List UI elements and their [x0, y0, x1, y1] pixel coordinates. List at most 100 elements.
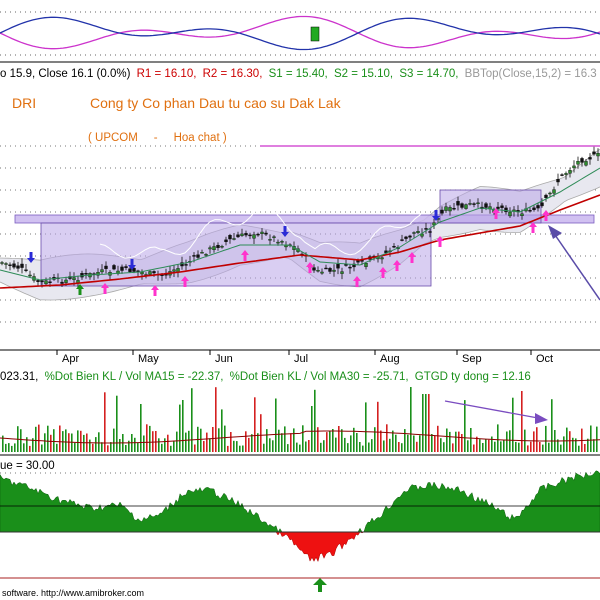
candle-body: [548, 192, 552, 195]
candle-body: [348, 266, 352, 269]
candle-body: [224, 239, 228, 243]
volume-bar: [140, 404, 142, 452]
volume-bar: [311, 406, 313, 452]
volume-bar: [290, 433, 292, 452]
candle-body: [264, 232, 268, 235]
candle-body: [4, 263, 8, 265]
candle-body: [424, 228, 428, 230]
candle-body: [192, 255, 196, 257]
volume-bar: [164, 438, 166, 452]
volume-bar: [386, 424, 388, 452]
month-label: Aug: [380, 353, 400, 365]
volume-bar: [560, 444, 562, 452]
volume-bar: [125, 445, 127, 452]
candle-body: [120, 266, 124, 271]
volume-bar: [551, 399, 553, 452]
candle-body: [20, 263, 24, 268]
candle-body: [84, 273, 88, 275]
candle-body: [340, 271, 344, 274]
volume-bar: [434, 436, 436, 452]
volume-bar: [596, 426, 598, 452]
volume-bar: [545, 425, 547, 452]
volume-bar: [173, 440, 175, 452]
candle-body: [228, 234, 232, 240]
candle-body: [220, 245, 224, 248]
volume-bar: [374, 427, 376, 452]
candle-body: [236, 234, 240, 238]
candle-body: [36, 280, 40, 282]
candle-body: [232, 238, 236, 240]
svg-text:o 15.9, Close 16.1 (0.0%): o 15.9, Close 16.1 (0.0%) R1 = 16.10, R2…: [0, 68, 597, 80]
buy-signal-arrow: [151, 285, 159, 296]
candle-body: [380, 257, 384, 260]
candle-body: [364, 263, 368, 267]
volume-bar: [404, 429, 406, 452]
volume-bar: [398, 442, 400, 452]
volume-bar: [257, 433, 259, 452]
oscillator-buy-arrow: [313, 578, 327, 592]
volume-bar: [272, 440, 274, 452]
volume-bar: [314, 389, 316, 452]
volume-bar: [332, 429, 334, 452]
volume-bar: [194, 444, 196, 452]
volume-bar: [341, 429, 343, 452]
volume-bar: [470, 428, 472, 452]
volume-bar: [380, 430, 382, 452]
candle-body: [48, 281, 52, 283]
candle-body: [60, 281, 64, 284]
volume-bar: [464, 400, 466, 452]
volume-bar: [170, 445, 172, 452]
volume-bar: [8, 443, 10, 452]
candle-body: [28, 274, 32, 277]
volume-bar: [455, 431, 457, 452]
candle-body: [476, 202, 480, 205]
volume-bar: [395, 434, 397, 452]
stock-ticker: DRI: [12, 95, 36, 111]
candle-body: [484, 203, 488, 208]
volume-bar: [428, 394, 430, 452]
volume-bar: [479, 439, 481, 452]
volume-bar: [389, 438, 391, 452]
candle-body: [400, 239, 404, 241]
candle-body: [200, 251, 204, 254]
volume-bar: [326, 432, 328, 452]
candle-body: [448, 207, 452, 212]
volume-bar: [335, 437, 337, 452]
volume-bar: [143, 435, 145, 452]
volume-bar: [23, 443, 25, 452]
volume-v1: 023.31,: [0, 371, 38, 383]
volume-bar: [35, 426, 37, 452]
volume-trend-arrow: [444, 400, 539, 419]
oscillator-positive-area: [0, 470, 600, 533]
volume-bar: [425, 394, 427, 452]
volume-bar: [254, 397, 256, 452]
month-axis: Apr May Jun Jul Aug Sep Oct: [56, 350, 553, 365]
candle-body: [280, 241, 284, 243]
trend-arrow-head: [548, 225, 562, 239]
candle-body: [592, 151, 596, 155]
candle-body: [556, 178, 560, 183]
footer-text: software. http://www.amibroker.com: [2, 588, 144, 598]
volume-bar: [302, 425, 304, 452]
month-label: Apr: [62, 353, 79, 365]
oscillator-label: ue = 30.00: [0, 460, 55, 472]
volume-trend-arrow-head: [535, 413, 548, 424]
candle-body: [392, 245, 396, 248]
candle-body: [320, 271, 324, 274]
volume-bar: [446, 428, 448, 452]
month-label: Oct: [536, 353, 553, 365]
volume-bar: [497, 424, 499, 452]
volume-bar: [512, 397, 514, 452]
top-indicator-marker: [310, 26, 320, 42]
candle-body: [16, 265, 20, 269]
candle-body: [408, 235, 412, 238]
volume-bar: [515, 441, 517, 452]
candle-body: [148, 271, 152, 275]
header-s3: S3 = 14.70,: [399, 68, 458, 80]
volume-bar: [50, 434, 52, 452]
candle-body: [252, 234, 256, 239]
header-s1: S1 = 15.40,: [269, 68, 328, 80]
candle-body: [276, 241, 280, 244]
volume-bar: [20, 429, 22, 452]
volume-bar: [200, 428, 202, 452]
